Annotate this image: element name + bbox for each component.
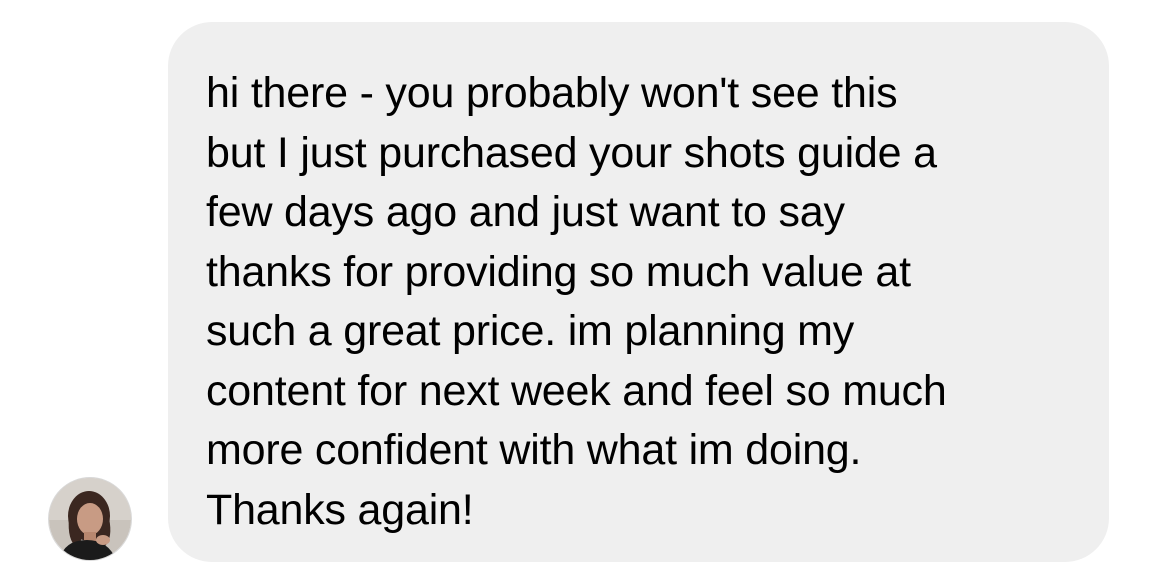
sender-avatar[interactable] [48, 477, 132, 561]
message-text: hi there - you probably won't see this b… [206, 69, 947, 534]
message-bubble[interactable]: hi there - you probably won't see this b… [168, 22, 1109, 562]
person-photo-icon [49, 478, 131, 560]
message-thread: hi there - you probably won't see this b… [0, 0, 1152, 585]
